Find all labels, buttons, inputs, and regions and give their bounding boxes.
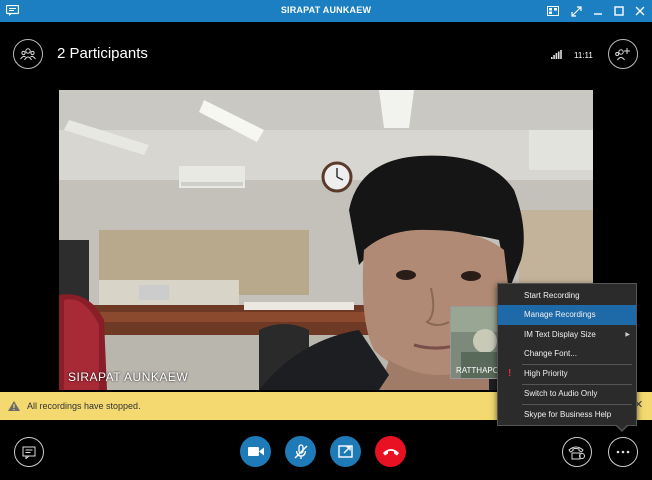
menu-item-label: High Priority [524, 369, 568, 378]
im-icon [22, 446, 36, 459]
signal-strength-icon [551, 50, 562, 59]
menu-item-skype-help[interactable]: Skype for Business Help [498, 405, 636, 425]
menu-item-label: Switch to Audio Only [524, 389, 598, 398]
self-view-name: RATTHAPO [456, 366, 499, 375]
menu-item-label: Skype for Business Help [524, 410, 612, 419]
title-bar: SIRAPAT AUNKAEW [0, 0, 652, 22]
call-duration: 11:11 [574, 51, 593, 60]
invite-people-button[interactable] [608, 39, 638, 69]
video-icon [247, 447, 264, 456]
priority-icon: ! [508, 368, 512, 379]
menu-item-label: Change Font... [524, 349, 577, 358]
people-icon [20, 48, 36, 61]
video-button[interactable] [240, 436, 271, 467]
fullscreen-icon[interactable] [565, 0, 587, 22]
menu-item-label: Start Recording [524, 291, 580, 300]
more-options-icon [616, 450, 630, 454]
notification-text: All recordings have stopped. [27, 401, 141, 411]
menu-item-start-recording[interactable]: Start Recording [498, 286, 636, 306]
menu-item-switch-to-audio-only[interactable]: Switch to Audio Only [498, 384, 636, 404]
call-controls-button[interactable] [562, 437, 592, 467]
menu-item-label: Manage Recordings [524, 310, 596, 319]
menu-item-im-text-display-size[interactable]: IM Text Display Size ▶ [498, 325, 636, 345]
participants-count[interactable]: 2 Participants [57, 45, 148, 62]
close-icon[interactable] [629, 0, 651, 22]
im-button[interactable] [14, 437, 44, 467]
hang-up-icon [382, 448, 399, 455]
more-options-menu: Start Recording Manage Recordings IM Tex… [497, 283, 637, 426]
present-button[interactable] [330, 436, 361, 467]
maximize-icon[interactable] [608, 0, 630, 22]
more-options-button[interactable] [608, 437, 638, 467]
present-icon [337, 445, 353, 458]
menu-item-label: IM Text Display Size [524, 330, 596, 339]
submenu-arrow-icon: ▶ [625, 332, 630, 338]
menu-item-manage-recordings[interactable]: Manage Recordings [498, 305, 636, 325]
window-layout-icon[interactable] [542, 0, 564, 22]
warning-icon [8, 401, 20, 411]
menu-item-change-font[interactable]: Change Font... [498, 344, 636, 364]
mic-muted-icon [293, 443, 308, 459]
menu-pointer-fill [616, 424, 628, 430]
mute-button[interactable] [285, 436, 316, 467]
hang-up-button[interactable] [375, 436, 406, 467]
participants-button[interactable] [13, 39, 43, 69]
menu-item-high-priority[interactable]: ! High Priority [498, 364, 636, 384]
speaker-name: SIRAPAT AUNKAEW [68, 370, 189, 384]
add-people-icon [615, 48, 630, 61]
call-controls-icon [568, 446, 585, 460]
minimize-icon[interactable] [587, 0, 609, 22]
